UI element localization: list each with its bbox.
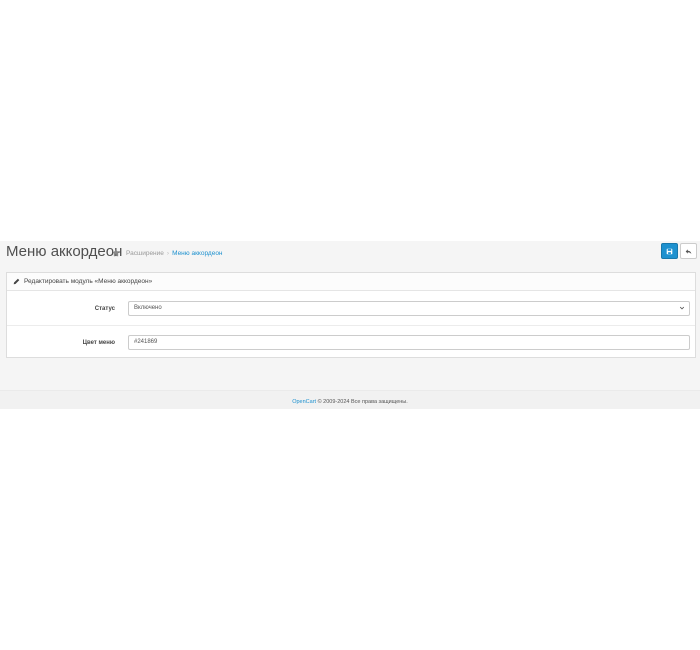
status-form-row: Статус Включено <box>7 291 695 326</box>
menu-color-value: #241869 <box>134 339 158 345</box>
panel-heading: Редактировать модуль «Меню аккордеон» <box>7 273 695 291</box>
save-button[interactable] <box>661 243 678 259</box>
pencil-icon <box>13 278 20 285</box>
app-container: Меню аккордеон Расширение › Меню аккорде… <box>0 241 700 409</box>
panel-title: Редактировать модуль «Меню аккордеон» <box>24 278 153 285</box>
opencart-link[interactable]: OpenCart <box>292 399 316 405</box>
status-select[interactable]: Включено <box>128 301 690 316</box>
breadcrumb: Расширение › Меню аккордеон <box>112 249 223 257</box>
status-select-value: Включено <box>134 305 162 311</box>
menu-color-form-row: Цвет меню #241869 <box>7 325 695 359</box>
menu-color-input[interactable]: #241869 <box>128 335 690 350</box>
footer: OpenCart © 2009-2024 Все права защищены. <box>0 390 700 409</box>
page-title: Меню аккордеон <box>6 243 123 260</box>
edit-module-panel: Редактировать модуль «Меню аккордеон» Ст… <box>6 272 696 358</box>
menu-color-label: Цвет меню <box>82 340 115 346</box>
chevron-down-icon <box>679 306 685 310</box>
breadcrumb-separator: › <box>166 249 170 257</box>
page-header: Меню аккордеон Расширение › Меню аккорде… <box>0 241 700 267</box>
save-icon <box>666 248 673 254</box>
home-icon[interactable] <box>112 249 120 257</box>
status-label: Статус <box>94 306 115 312</box>
copyright-text: © 2009-2024 Все права защищены. <box>316 399 408 405</box>
reply-icon <box>685 248 692 254</box>
breadcrumb-item-extension[interactable]: Расширение <box>126 250 164 257</box>
breadcrumb-item-accordion-menu[interactable]: Меню аккордеон <box>172 250 222 257</box>
back-button[interactable] <box>680 243 697 259</box>
